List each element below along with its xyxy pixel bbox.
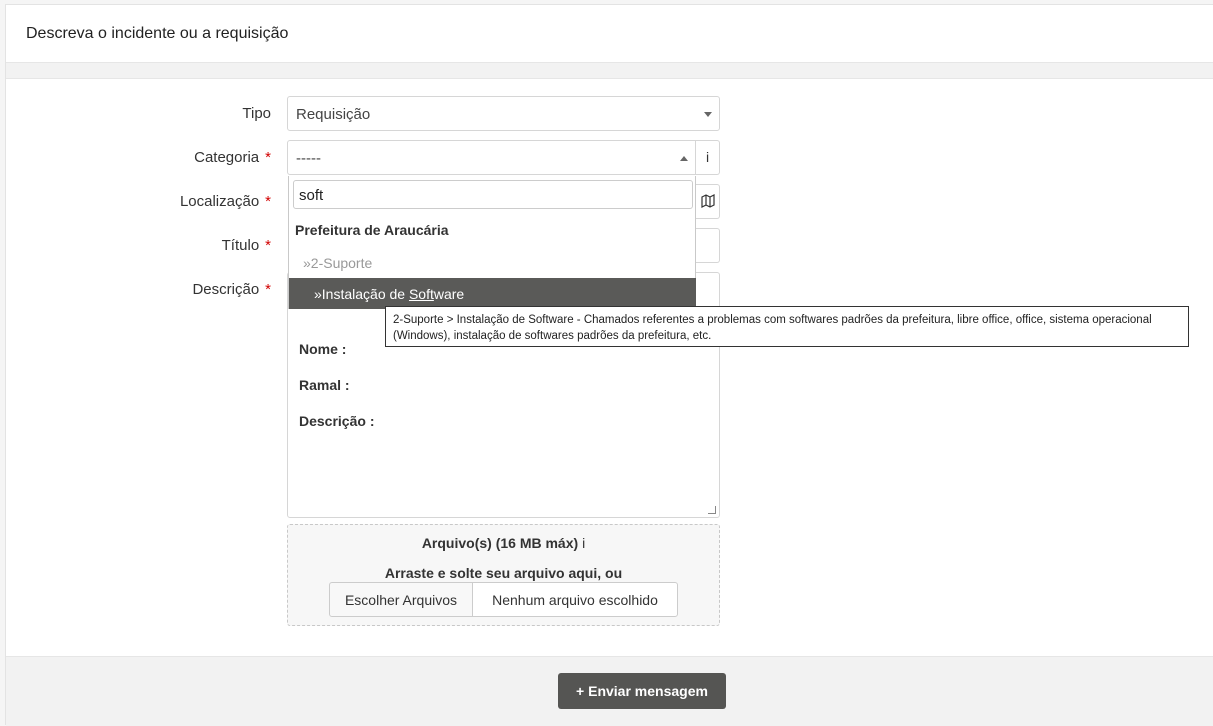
- page-title: Descreva o incidente ou a requisição: [26, 25, 289, 42]
- dropdown-search-input[interactable]: soft: [293, 180, 693, 209]
- file-upload-dropzone[interactable]: Arquivo(s) (16 MB máx) i Arraste e solte…: [287, 524, 720, 626]
- categoria-select[interactable]: -----: [287, 140, 696, 175]
- chevron-up-icon: [680, 156, 688, 161]
- upload-title: Arquivo(s) (16 MB máx) i: [421, 535, 586, 551]
- required-marker: *: [265, 193, 271, 210]
- dropdown-option-instalacao-software[interactable]: »Instalação de Software: [289, 278, 696, 309]
- plus-icon: +: [576, 683, 585, 699]
- info-icon[interactable]: i: [582, 535, 585, 551]
- required-marker: *: [265, 149, 271, 166]
- upload-drop-text: Arraste e solte seu arquivo aqui, ou: [384, 565, 623, 581]
- choose-files-button[interactable]: Escolher Arquivos: [329, 582, 473, 617]
- categoria-label: Categoria *: [194, 149, 271, 166]
- categoria-dropdown: soft Prefeitura de Araucária »2-Suporte …: [288, 176, 696, 309]
- no-file-chosen-text: Nenhum arquivo escolhido: [472, 582, 678, 617]
- map-icon: [700, 194, 715, 208]
- card-header: Descreva o incidente ou a requisição: [6, 5, 1213, 63]
- titulo-label: Título *: [221, 237, 271, 254]
- send-message-button[interactable]: + Enviar mensagem: [558, 673, 726, 709]
- descricao-line-descricao: Descrição :: [299, 413, 375, 429]
- descricao-label: Descrição *: [192, 281, 271, 298]
- tipo-value: Requisição: [296, 106, 371, 123]
- dropdown-group-label: Prefeitura de Araucária: [295, 222, 449, 238]
- required-marker: *: [265, 237, 271, 254]
- tipo-select[interactable]: Requisição: [287, 96, 720, 131]
- info-icon: i: [705, 149, 710, 165]
- localizacao-label: Localização *: [179, 193, 271, 210]
- required-marker: *: [265, 281, 271, 298]
- descricao-line-nome: Nome :: [299, 341, 347, 357]
- dropdown-option-suporte[interactable]: »2-Suporte: [303, 255, 372, 271]
- map-button[interactable]: [696, 184, 720, 219]
- header-divider: [6, 63, 1213, 79]
- categoria-value: -----: [296, 150, 321, 167]
- titulo-input-edge[interactable]: [696, 228, 720, 263]
- option-tooltip: 2-Suporte > Instalação de Software - Cha…: [385, 306, 1189, 347]
- resize-handle[interactable]: [708, 506, 716, 514]
- descricao-line-ramal: Ramal :: [299, 377, 350, 393]
- chevron-down-icon: [704, 112, 712, 117]
- tipo-label: Tipo: [242, 105, 271, 122]
- categoria-info-button[interactable]: i: [696, 140, 720, 175]
- form-card: Descreva o incidente ou a requisição Tip…: [5, 4, 1213, 726]
